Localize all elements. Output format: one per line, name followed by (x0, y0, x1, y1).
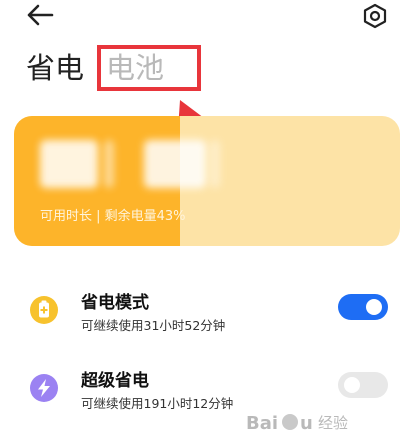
battery-info-text: 可用时长 | 剩余电量43% (40, 209, 186, 224)
mode-title: 超级省电 (81, 371, 149, 391)
svg-text:u: u (300, 413, 313, 434)
back-arrow-icon (27, 4, 54, 26)
battery-card: 可用时长 | 剩余电量43% (14, 116, 400, 246)
tab-power-saving[interactable]: 省电 (26, 48, 84, 88)
super-power-saving-toggle[interactable] (338, 372, 388, 398)
top-bar (0, 0, 408, 36)
battery-plus-icon (30, 296, 58, 324)
baidu-watermark-logo: Bai u 经验 (246, 413, 348, 434)
power-saving-mode-row[interactable]: 省电模式 可继续使用31小时52分钟 (0, 288, 408, 348)
toggle-knob (366, 299, 382, 315)
svg-text:Bai: Bai (246, 413, 278, 434)
mode-subtitle: 可继续使用191小时12分钟 (81, 396, 234, 411)
gear-icon (363, 3, 387, 29)
mode-title: 省电模式 (81, 293, 149, 313)
annotation-highlight-box (97, 45, 201, 91)
back-button[interactable] (26, 2, 56, 28)
settings-button[interactable] (362, 3, 388, 29)
svg-text:经验: 经验 (318, 414, 348, 432)
toggle-knob (344, 377, 360, 393)
lightning-icon (30, 374, 58, 402)
power-saving-toggle[interactable] (338, 294, 388, 320)
mode-subtitle: 可继续使用31小时52分钟 (81, 318, 226, 333)
